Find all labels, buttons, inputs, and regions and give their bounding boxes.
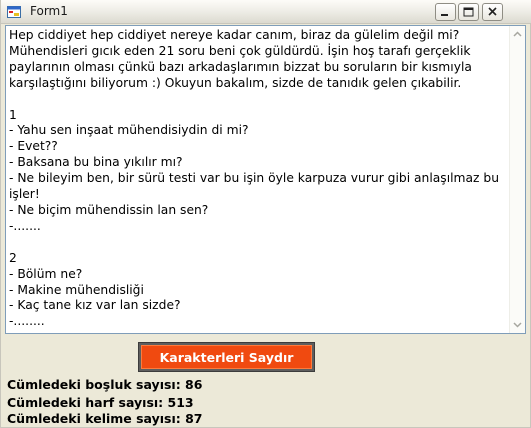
form-window: Form1 Hep ciddiyet hep ciddiyet nereye k… bbox=[0, 0, 531, 428]
maximize-icon bbox=[463, 7, 474, 17]
minimize-icon bbox=[441, 14, 448, 16]
minimize-button[interactable] bbox=[435, 3, 456, 21]
scroll-up-icon[interactable] bbox=[510, 27, 525, 42]
count-characters-button[interactable]: Karakterleri Saydır bbox=[138, 342, 315, 372]
close-icon bbox=[488, 7, 497, 16]
window-title: Form1 bbox=[30, 4, 68, 18]
count-button-label: Karakterleri Saydır bbox=[141, 345, 312, 369]
app-icon bbox=[7, 6, 21, 18]
close-button[interactable] bbox=[482, 3, 503, 21]
title-bar[interactable]: Form1 bbox=[1, 0, 531, 24]
maximize-button[interactable] bbox=[458, 3, 479, 21]
text-input-area[interactable]: Hep ciddiyet hep ciddiyet nereye kadar c… bbox=[5, 25, 526, 334]
space-count-label: Cümledeki boşluk sayısı: 86 bbox=[7, 377, 203, 392]
letter-count-label: Cümledeki harf sayısı: 513 bbox=[7, 395, 194, 410]
scroll-down-icon[interactable] bbox=[510, 317, 525, 332]
vertical-scrollbar[interactable] bbox=[509, 26, 525, 333]
word-count-label: Cümledeki kelime sayısı: 87 bbox=[7, 411, 203, 426]
textbox-content[interactable]: Hep ciddiyet hep ciddiyet nereye kadar c… bbox=[9, 28, 505, 330]
